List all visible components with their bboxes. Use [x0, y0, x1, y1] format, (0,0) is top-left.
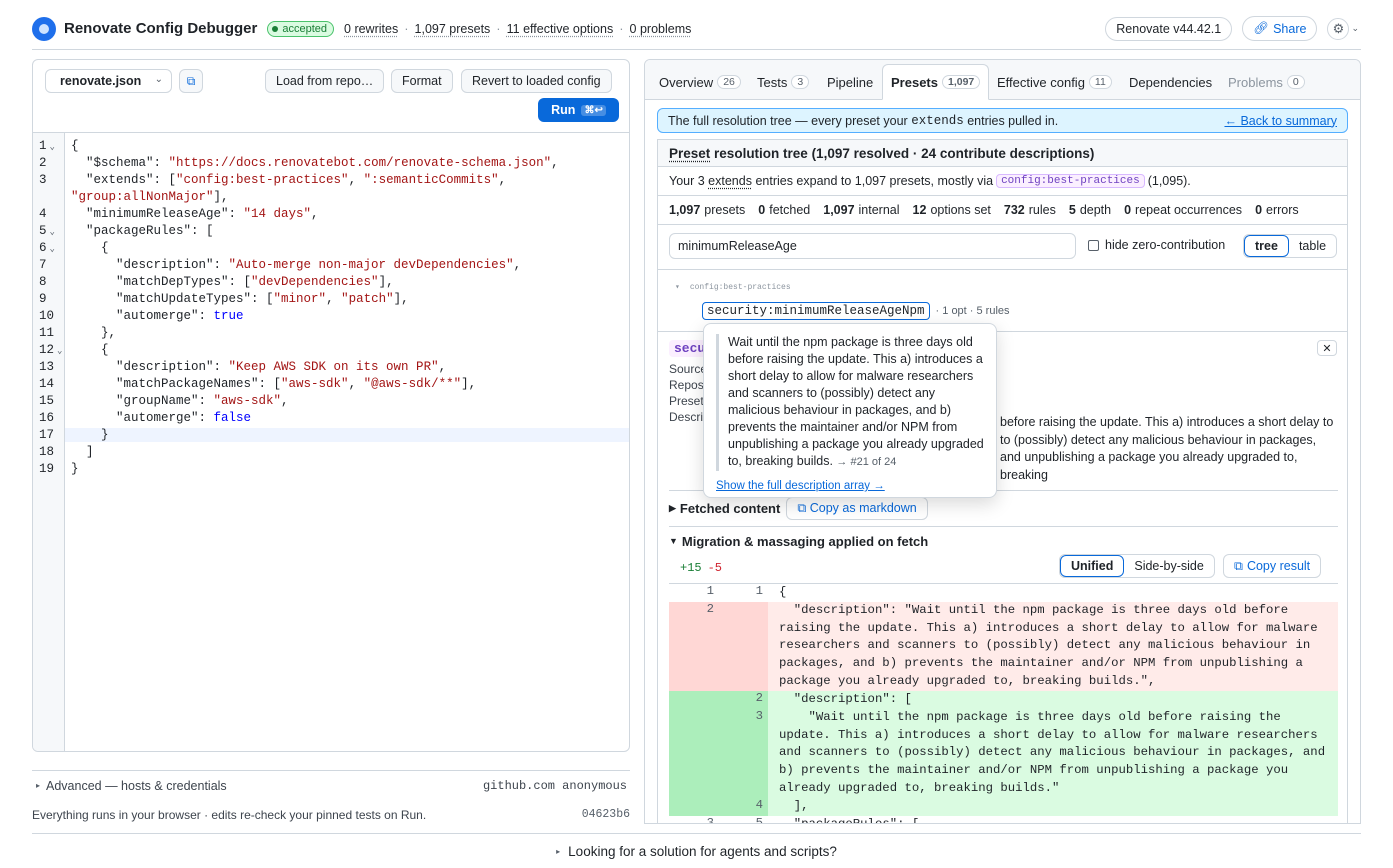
- copy-result-button[interactable]: ⧉ Copy result: [1223, 554, 1322, 578]
- copy-icon: ⧉: [186, 73, 196, 88]
- panel-title: Preset resolution tree (1,097 resolved ·…: [658, 140, 1347, 167]
- chevron-down-icon: ⌄: [1351, 23, 1359, 33]
- run-button[interactable]: Run ⌘↩: [538, 98, 619, 122]
- checkbox-icon: [1088, 239, 1099, 251]
- view-tree-button[interactable]: tree: [1244, 235, 1289, 257]
- editor-footer: Everything runs in your browser · edits …: [32, 808, 630, 822]
- fold-icon[interactable]: ⌄: [50, 142, 55, 152]
- back-to-summary-link[interactable]: ← Back to summary: [1224, 114, 1337, 128]
- diff-toolbar: +15 -5 Unified Side-by-side ⧉ Copy result: [669, 554, 1338, 582]
- stat-effective-options[interactable]: 11 effective options: [507, 22, 614, 36]
- fold-icon[interactable]: ⌄: [50, 244, 55, 254]
- tab-overview[interactable]: Overview 26: [659, 64, 741, 100]
- preset-filter-input[interactable]: minimumReleaseAge: [669, 233, 1076, 259]
- run-shortcut: ⌘↩: [581, 104, 606, 116]
- copy-icon: ⧉: [1234, 558, 1243, 573]
- copy-markdown-button[interactable]: ⧉ Copy as markdown: [786, 497, 928, 520]
- diff-row: 35 "packageRules": [: [706, 816, 920, 824]
- diff-row: 1 1{: [706, 584, 787, 599]
- format-button[interactable]: Format: [391, 69, 453, 93]
- tree-node-child[interactable]: security:minimumReleaseAgeNpm · 1 opt · …: [702, 302, 1010, 320]
- preset-tag[interactable]: config:best-practices: [996, 174, 1145, 188]
- status-badge: accepted: [267, 20, 335, 37]
- tab-effective-config[interactable]: Effective config 11: [997, 64, 1112, 100]
- version-button[interactable]: Renovate v44.42.1: [1105, 16, 1233, 41]
- diff-row: 2 "description": [: [669, 691, 1338, 709]
- load-from-repo-button[interactable]: Load from repo…: [265, 69, 385, 93]
- unified-button[interactable]: Unified: [1060, 555, 1125, 577]
- diff-row: 3 "Wait until the npm package is three d…: [669, 709, 1338, 798]
- tab-dependencies[interactable]: Dependencies: [1129, 64, 1212, 100]
- advanced-hosts-toggle[interactable]: ▸ Advanced — hosts & credentials github.…: [32, 770, 630, 800]
- description-tooltip: Wait until the npm package is three days…: [703, 323, 997, 498]
- close-icon[interactable]: ✕: [1317, 340, 1337, 356]
- chevron-right-icon: ▸: [36, 781, 41, 790]
- code-content[interactable]: { "$schema": "https://docs.renovatebot.c…: [65, 133, 629, 751]
- diff-view: 1 1{ 2 "description": "Wait until the npm…: [669, 583, 1338, 824]
- copy-icon: ⧉: [797, 501, 807, 515]
- chevron-right-icon: ▶: [669, 503, 676, 513]
- diff-row: 2 "description": "Wait until the npm pac…: [669, 602, 1338, 691]
- chevron-down-icon: ▼: [669, 536, 678, 546]
- link-icon: 🔗︎: [1253, 21, 1270, 35]
- migration-toggle[interactable]: ▼ Migration & massaging applied on fetch: [669, 526, 1338, 555]
- preset-stats: 1,097 presets 0 fetched 1,097 internal 12 op…: [658, 196, 1347, 225]
- agents-footer-toggle[interactable]: ▸ Looking for a solution for agents and …: [32, 833, 1361, 868]
- view-table-button[interactable]: table: [1289, 235, 1336, 257]
- share-button[interactable]: 🔗︎ Share: [1242, 16, 1318, 41]
- settings-menu[interactable]: ⚙ ⌄: [1327, 17, 1359, 40]
- build-hash: 04623b6: [581, 808, 630, 821]
- tab-presets[interactable]: Presets 1,097: [882, 64, 990, 100]
- stat-rewrites[interactable]: 0 rewrites: [344, 22, 398, 36]
- hide-zero-checkbox[interactable]: hide zero-contribution: [1088, 238, 1225, 252]
- app-title: Renovate Config Debugger: [64, 20, 258, 37]
- view-toggle: tree table: [1243, 234, 1338, 258]
- chevron-down-icon: ▾: [675, 283, 680, 292]
- stat-presets[interactable]: 1,097 presets: [415, 22, 491, 36]
- tab-tests[interactable]: Tests 3: [757, 64, 810, 100]
- show-description-array-link[interactable]: Show the full description array →: [716, 480, 986, 492]
- tree-node-root[interactable]: ▾ config:best-practices: [675, 279, 801, 293]
- diff-row: 4 ],: [669, 798, 1338, 816]
- editor-pane: renovate.json ⌄ ⧉ Load from repo… Format …: [32, 59, 630, 752]
- diff-additions: +15: [680, 561, 702, 575]
- app-logo-icon: [32, 16, 56, 41]
- preset-description: before raising the update. This a) intro…: [1000, 415, 1334, 482]
- file-select[interactable]: renovate.json ⌄: [45, 69, 172, 93]
- fold-icon[interactable]: ⌄: [50, 227, 55, 237]
- description-ref: → #21 of 24: [836, 456, 897, 468]
- code-editor[interactable]: 1 ⌄ 2 3 4 5 ⌄ 6 ⌄ 7 8 9 10 11 12 ⌄ 13 14 15 …: [33, 132, 629, 751]
- app-header: Renovate Config Debugger accepted 0 rewr…: [32, 8, 1361, 50]
- preset-summary: Your 3 extends entries expand to 1,097 p…: [658, 167, 1347, 196]
- fold-icon[interactable]: ⌄: [57, 346, 62, 356]
- chevron-right-icon: ▸: [556, 846, 561, 856]
- tab-problems[interactable]: Problems 0: [1228, 64, 1305, 100]
- revert-button[interactable]: Revert to loaded config: [461, 69, 612, 93]
- chevron-down-icon: ⌄: [154, 74, 163, 85]
- results-tabs: Overview 26 Tests 3 Pipeline Presets 1,097 …: [645, 60, 1360, 100]
- gear-icon[interactable]: ⚙: [1327, 17, 1350, 40]
- diff-view-toggle: Unified Side-by-side: [1059, 554, 1215, 578]
- line-gutter: 1 ⌄ 2 3 4 5 ⌄ 6 ⌄ 7 8 9 10 11 12 ⌄ 13 14 15 …: [33, 133, 65, 751]
- stat-problems[interactable]: 0 problems: [630, 22, 692, 36]
- copy-config-button[interactable]: ⧉: [179, 69, 203, 93]
- side-by-side-button[interactable]: Side-by-side: [1124, 555, 1213, 577]
- diff-deletions: -5: [707, 561, 723, 575]
- tab-pipeline[interactable]: Pipeline: [827, 64, 873, 100]
- host-credentials-value: github.com anonymous: [482, 778, 627, 793]
- info-banner: The full resolution tree — every preset …: [657, 108, 1348, 133]
